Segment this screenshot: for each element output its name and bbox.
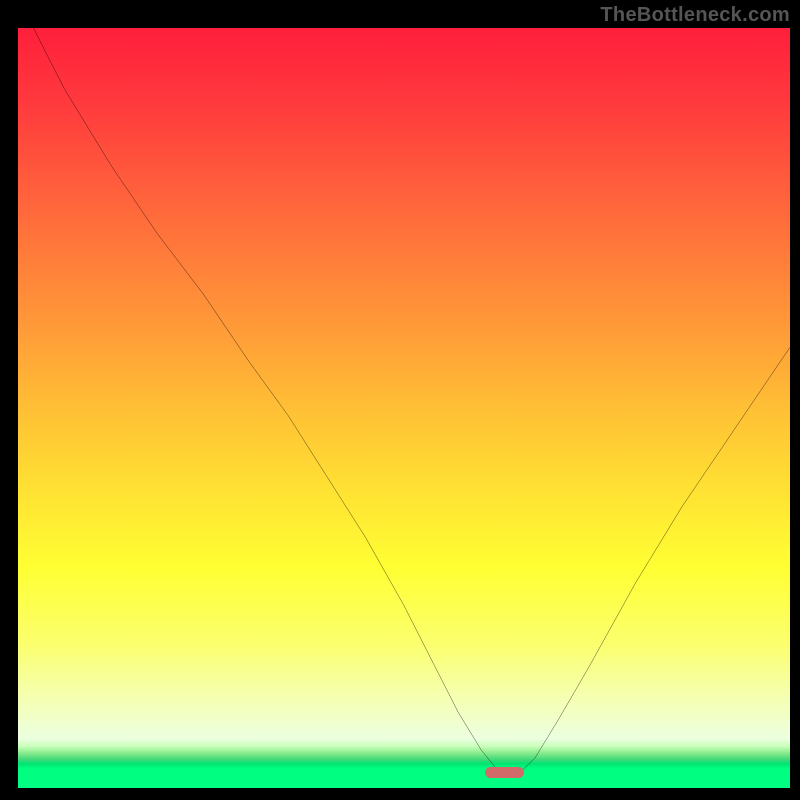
optimum-marker <box>485 767 524 778</box>
plot-area <box>18 28 790 788</box>
attribution-label: TheBottleneck.com <box>600 4 790 27</box>
chart-frame: TheBottleneck.com <box>0 0 800 800</box>
curve-path <box>33 28 790 777</box>
bottleneck-curve <box>18 28 790 788</box>
